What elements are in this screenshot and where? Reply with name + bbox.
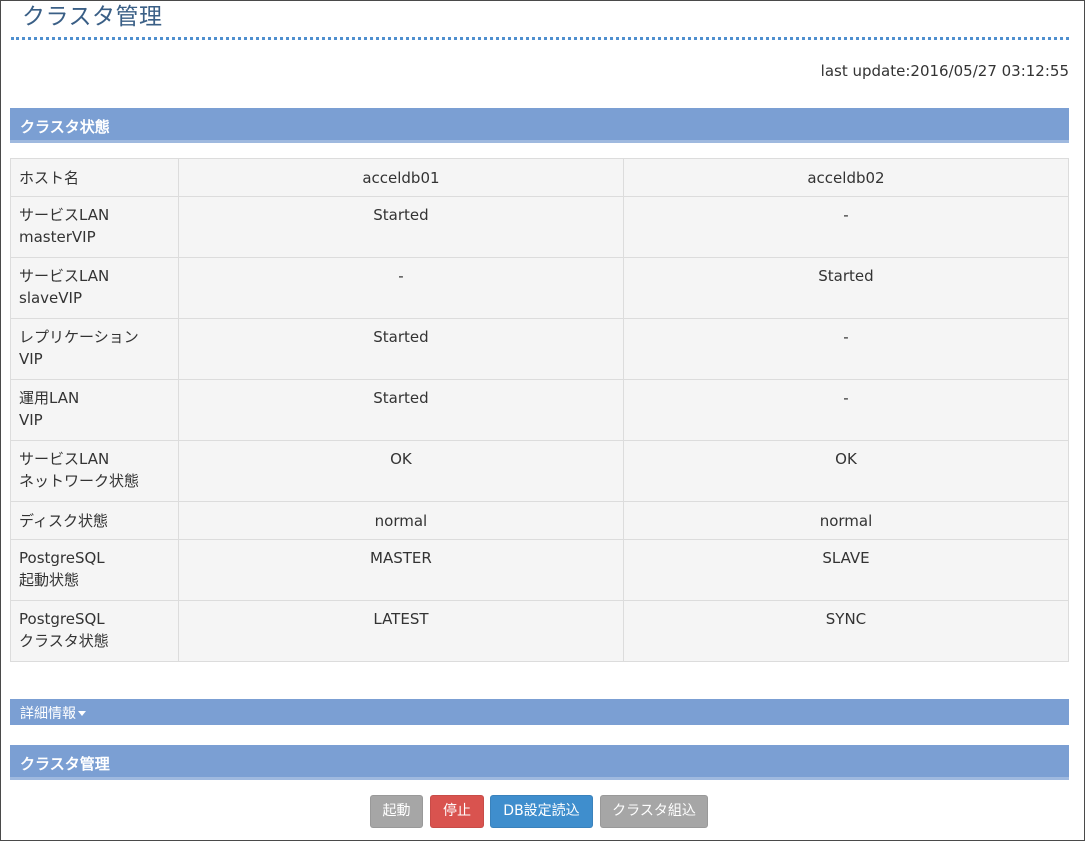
row-header-line1: PostgreSQL	[19, 610, 105, 628]
host1-cell: -	[177, 257, 624, 319]
row-header-line1: PostgreSQL	[19, 549, 105, 567]
row-header-line2: 起動状態	[19, 571, 80, 589]
caret-down-icon	[78, 710, 86, 716]
title-divider	[11, 37, 1069, 40]
row-header-line1: 運用LAN	[19, 389, 80, 407]
host1-cell: normal	[177, 501, 624, 540]
table-row: サービスLAN slaveVIP - Started	[10, 257, 1070, 319]
host2-cell: -	[622, 379, 1070, 441]
row-header-line2: slaveVIP	[19, 289, 83, 307]
row-header: サービスLAN slaveVIP	[10, 257, 179, 319]
row-header-line1: サービスLAN	[19, 206, 110, 224]
host2-cell: Started	[622, 257, 1070, 319]
row-header-line2: クラスタ状態	[19, 632, 109, 650]
host1-cell: MASTER	[177, 539, 624, 601]
row-header-line1: レプリケーション	[19, 328, 139, 346]
row-header: サービスLAN masterVIP	[10, 196, 179, 258]
host2-cell: SLAVE	[622, 539, 1070, 601]
db-reload-button[interactable]: DB設定読込	[490, 795, 593, 828]
row-header-line2: VIP	[19, 411, 43, 429]
host1-cell: LATEST	[177, 600, 624, 662]
host1-cell: OK	[177, 440, 624, 502]
host2-cell: normal	[622, 501, 1070, 540]
table-row: サービスLAN ネットワーク状態 OK OK	[10, 440, 1070, 502]
row-header: PostgreSQL 起動状態	[10, 539, 179, 601]
row-header-line2: ネットワーク状態	[19, 472, 140, 490]
table-row: PostgreSQL クラスタ状態 LATEST SYNC	[10, 600, 1070, 662]
host2-cell: -	[622, 196, 1070, 258]
table-row: 運用LAN VIP Started -	[10, 379, 1070, 441]
cluster-status-table: ホスト名 acceldb01 acceldb02 サービスLAN masterVI…	[10, 158, 1070, 662]
detail-info-text: 詳細情報	[20, 706, 76, 722]
host1-cell: Started	[177, 318, 624, 380]
row-header: ディスク状態	[10, 501, 179, 540]
row-header: 運用LAN VIP	[10, 379, 179, 441]
host1-cell: Started	[177, 379, 624, 441]
start-button[interactable]: 起動	[370, 795, 423, 828]
table-row: レプリケーション VIP Started -	[10, 318, 1070, 380]
detail-info-label: 詳細情報	[20, 703, 86, 723]
cluster-manage-section-header: クラスタ管理	[10, 745, 1069, 780]
action-button-row: 起動 停止 DB設定読込 クラスタ組込	[0, 795, 1085, 828]
row-header-line1: ディスク状態	[19, 512, 108, 530]
host2-cell: OK	[622, 440, 1070, 502]
row-header-line1: サービスLAN	[19, 450, 110, 468]
row-header: レプリケーション VIP	[10, 318, 179, 380]
table-row: ホスト名 acceldb01 acceldb02	[10, 158, 1070, 197]
table-row: PostgreSQL 起動状態 MASTER SLAVE	[10, 539, 1070, 601]
row-header-line2: masterVIP	[19, 228, 96, 246]
host2-cell: acceldb02	[622, 158, 1070, 197]
host1-cell: acceldb01	[177, 158, 624, 197]
host1-cell: Started	[177, 196, 624, 258]
host2-cell: SYNC	[622, 600, 1070, 662]
host2-cell: -	[622, 318, 1070, 380]
cluster-state-section-title: クラスタ状態	[20, 118, 110, 136]
cluster-state-section-header: クラスタ状態	[10, 108, 1069, 143]
row-header: サービスLAN ネットワーク状態	[10, 440, 179, 502]
row-header: ホスト名	[10, 158, 179, 197]
stop-button[interactable]: 停止	[430, 795, 484, 828]
cluster-assemble-button[interactable]: クラスタ組込	[600, 795, 708, 828]
row-header-line1: サービスLAN	[19, 267, 110, 285]
row-header: PostgreSQL クラスタ状態	[10, 600, 179, 662]
cluster-manage-section-title: クラスタ管理	[20, 755, 110, 773]
row-header-line1: ホスト名	[19, 169, 80, 187]
page-title: クラスタ管理	[22, 4, 163, 30]
detail-info-toggle[interactable]: 詳細情報	[10, 699, 1069, 725]
table-row: ディスク状態 normal normal	[10, 501, 1070, 540]
last-update-timestamp: last update:2016/05/27 03:12:55	[820, 62, 1069, 80]
row-header-line2: VIP	[19, 350, 43, 368]
table-row: サービスLAN masterVIP Started -	[10, 196, 1070, 258]
